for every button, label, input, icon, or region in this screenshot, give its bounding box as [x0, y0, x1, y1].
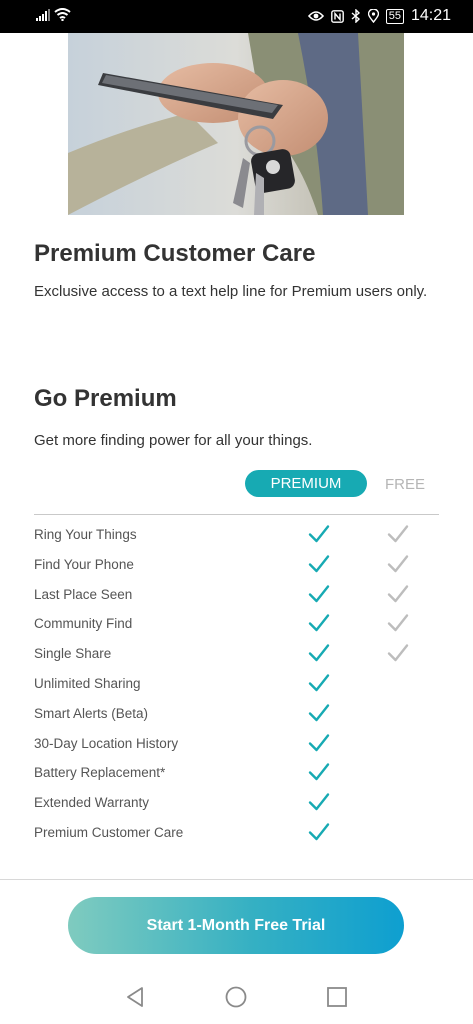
premium-column-badge: PREMIUM [245, 470, 367, 497]
hand-phone-keys-photo [68, 33, 404, 215]
feature-row: 30-Day Location History [0, 729, 473, 759]
premium-check-icon [308, 791, 330, 813]
go-premium-subtitle: Get more finding power for all your thin… [34, 432, 313, 449]
go-premium-title: Go Premium [34, 385, 177, 412]
feature-label: Community Find [34, 616, 133, 632]
free-check-icon [387, 553, 409, 575]
recents-icon[interactable] [326, 986, 348, 1008]
start-free-trial-button[interactable]: Start 1-Month Free Trial [68, 897, 404, 954]
feature-comparison-list: Ring Your Things Find Your Phone Last Plac… [0, 520, 473, 848]
home-icon[interactable] [225, 986, 247, 1008]
premium-check-icon [308, 553, 330, 575]
location-icon [367, 9, 379, 23]
feature-label: Last Place Seen [34, 586, 133, 602]
feature-label: Smart Alerts (Beta) [34, 705, 149, 721]
feature-row: Last Place Seen [0, 580, 473, 610]
feature-label: Premium Customer Care [34, 824, 184, 840]
feature-label: Single Share [34, 646, 112, 662]
premium-check-icon [308, 642, 330, 664]
feature-row: Find Your Phone [0, 550, 473, 580]
feature-row: Ring Your Things [0, 520, 473, 550]
free-check-icon [387, 523, 409, 545]
status-left [36, 8, 71, 21]
feature-row: Unlimited Sharing [0, 669, 473, 699]
feature-label: Unlimited Sharing [34, 675, 141, 691]
feature-label: Ring Your Things [34, 527, 137, 542]
back-icon[interactable] [124, 986, 146, 1008]
feature-label: 30-Day Location History [34, 735, 179, 751]
table-divider [34, 514, 439, 515]
system-nav-bar [0, 968, 473, 1024]
free-check-icon [387, 583, 409, 605]
premium-check-icon [308, 821, 330, 843]
premium-check-icon [308, 672, 330, 694]
feature-label: Find Your Phone [34, 556, 134, 572]
care-title: Premium Customer Care [34, 240, 316, 267]
free-check-icon [387, 642, 409, 664]
signal-icon [36, 9, 50, 21]
wifi-icon [54, 8, 71, 21]
care-description: Exclusive access to a text help line for… [34, 283, 428, 300]
feature-label: Extended Warranty [34, 795, 150, 811]
status-time: 14:21 [410, 7, 451, 24]
premium-check-icon [308, 583, 330, 605]
premium-check-icon [308, 732, 330, 754]
eye-icon [307, 11, 324, 21]
feature-row: Extended Warranty [0, 788, 473, 818]
free-check-icon [387, 612, 409, 634]
premium-check-icon [308, 761, 330, 783]
premium-check-icon [308, 612, 330, 634]
nfc-icon [330, 9, 344, 23]
feature-row: Single Share [0, 639, 473, 669]
feature-label: Battery Replacement* [34, 765, 166, 781]
battery-icon: 55 [385, 8, 404, 24]
bluetooth-icon [351, 9, 360, 23]
status-right: 55 14:21 [307, 7, 451, 25]
footer-divider [0, 879, 473, 880]
free-column-label: FREE [385, 476, 426, 493]
feature-row: Battery Replacement* [0, 758, 473, 788]
feature-row: Smart Alerts (Beta) [0, 699, 473, 729]
premium-check-icon [308, 523, 330, 545]
status-bar: 55 14:21 [0, 0, 473, 33]
feature-row: Community Find [0, 609, 473, 639]
feature-row: Premium Customer Care [0, 818, 473, 848]
premium-check-icon [308, 702, 330, 724]
